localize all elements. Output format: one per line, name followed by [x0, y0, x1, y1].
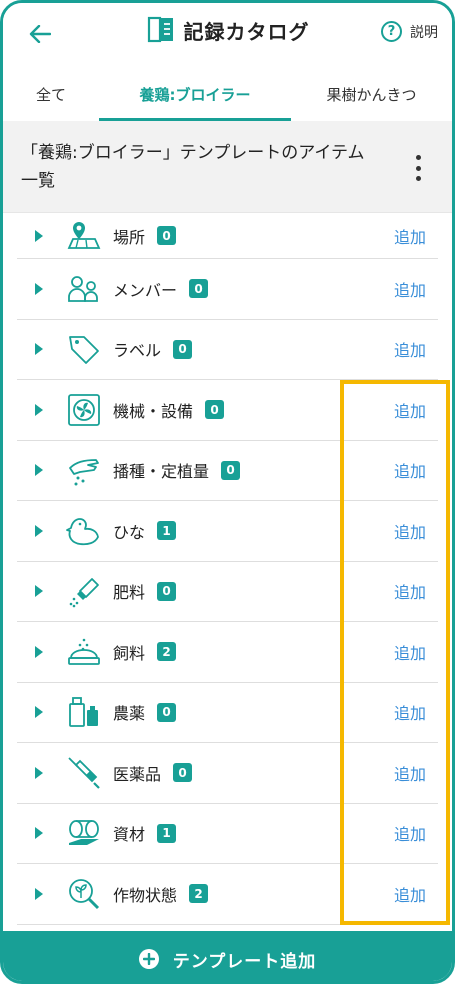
category-tabs: 全て 養鶏:ブロイラー 果樹かんきつ	[3, 67, 452, 121]
list-item[interactable]: 飼料 2 追加	[17, 622, 438, 683]
count-badge: 1	[157, 521, 177, 541]
count-badge: 2	[157, 642, 177, 662]
item-label: 飼料	[113, 643, 146, 663]
expand-caret-icon[interactable]	[35, 645, 43, 658]
count-badge: 1	[157, 823, 177, 843]
tab-citrus[interactable]: 果樹かんきつ	[291, 67, 452, 121]
count-badge: 0	[221, 460, 241, 480]
tab-all[interactable]: 全て	[3, 67, 99, 121]
item-label: 播種・定植量	[113, 462, 210, 482]
item-label: 作物状態	[113, 885, 178, 905]
expand-caret-icon[interactable]	[35, 343, 43, 356]
fertilizer-icon	[65, 572, 103, 610]
expand-caret-icon[interactable]	[35, 524, 43, 537]
section-title: 「養鶏:ブロイラー」テンプレートのアイテム一覧	[21, 143, 365, 191]
chick-icon	[65, 512, 103, 550]
list-item[interactable]: メンバー 0 追加	[17, 259, 438, 320]
expand-caret-icon[interactable]	[35, 585, 43, 598]
count-badge: 0	[189, 279, 209, 299]
count-badge: 2	[189, 884, 209, 904]
list-item[interactable]: 作物状態 2 追加	[17, 864, 438, 925]
list-item[interactable]: 肥料 0 追加	[17, 562, 438, 622]
seeding-hand-icon	[65, 451, 103, 489]
item-label: メンバー	[113, 280, 178, 300]
expand-caret-icon[interactable]	[35, 464, 43, 477]
add-template-label: テンプレート追加	[172, 951, 317, 972]
add-template-button[interactable]: テンプレート追加	[3, 931, 452, 981]
item-label: 医薬品	[113, 764, 162, 784]
item-label: 場所	[113, 227, 146, 247]
expand-caret-icon[interactable]	[35, 766, 43, 779]
feed-bowl-icon	[65, 633, 103, 671]
list-item[interactable]: 場所 0 追加	[17, 213, 438, 259]
section-header: 「養鶏:ブロイラー」テンプレートのアイテム一覧	[3, 121, 452, 213]
list-item[interactable]: 機械・設備 0 追加	[17, 380, 438, 441]
list-item[interactable]: ひな 1 追加	[17, 501, 438, 562]
location-map-icon	[65, 217, 103, 255]
item-label: ひな	[113, 522, 146, 542]
more-menu-icon[interactable]	[414, 155, 422, 181]
count-badge: 0	[157, 226, 177, 245]
plus-circle-icon	[138, 949, 159, 969]
tab-broiler[interactable]: 養鶏:ブロイラー	[99, 67, 291, 121]
catalog-book-icon	[147, 16, 173, 43]
add-button[interactable]: 追加	[394, 458, 426, 482]
list-item[interactable]: 播種・定植量 0 追加	[17, 441, 438, 501]
expand-caret-icon[interactable]	[35, 282, 43, 295]
item-list: 場所 0 追加 メンバー 0 追加 ラベル 0 追加 機械・設備 0 追加 播種…	[3, 213, 452, 925]
add-button[interactable]: 追加	[394, 224, 426, 248]
add-button[interactable]: 追加	[394, 761, 426, 785]
add-button[interactable]: 追加	[394, 882, 426, 906]
fan-machine-icon	[65, 391, 103, 429]
expand-caret-icon[interactable]	[35, 229, 43, 242]
add-button[interactable]: 追加	[394, 700, 426, 724]
syringe-icon	[65, 754, 103, 792]
count-badge: 0	[173, 763, 193, 783]
item-label: 機械・設備	[113, 401, 194, 421]
add-button[interactable]: 追加	[394, 640, 426, 664]
members-icon	[65, 270, 103, 308]
add-button[interactable]: 追加	[394, 579, 426, 603]
item-label: 資材	[113, 825, 146, 845]
item-label: 肥料	[113, 583, 146, 603]
count-badge: 0	[205, 400, 225, 420]
page-title: 記録カタログ	[183, 19, 310, 44]
magnifier-plant-icon	[65, 875, 103, 913]
app-header: 記録カタログ ? 説明	[3, 3, 452, 67]
pesticide-bottles-icon	[65, 693, 103, 731]
list-item[interactable]: 医薬品 0 追加	[17, 743, 438, 804]
count-badge: 0	[157, 581, 177, 601]
expand-caret-icon[interactable]	[35, 403, 43, 416]
add-button[interactable]: 追加	[394, 277, 426, 301]
expand-caret-icon[interactable]	[35, 887, 43, 900]
list-item[interactable]: 資材 1 追加	[17, 804, 438, 864]
count-badge: 0	[157, 702, 177, 722]
item-label: ラベル	[113, 341, 162, 361]
help-button[interactable]: ? 説明	[381, 21, 438, 42]
count-badge: 0	[173, 339, 193, 359]
item-label: 農薬	[113, 704, 146, 724]
tag-icon	[65, 330, 103, 368]
list-item[interactable]: ラベル 0 追加	[17, 320, 438, 380]
list-item[interactable]: 農薬 0 追加	[17, 683, 438, 743]
materials-icon	[65, 814, 103, 852]
expand-caret-icon[interactable]	[35, 827, 43, 840]
expand-caret-icon[interactable]	[35, 706, 43, 719]
add-button[interactable]: 追加	[394, 821, 426, 845]
help-label: 説明	[410, 24, 438, 41]
add-button[interactable]: 追加	[394, 398, 426, 422]
add-button[interactable]: 追加	[394, 519, 426, 543]
add-button[interactable]: 追加	[394, 337, 426, 361]
question-circle-icon: ?	[381, 21, 402, 42]
app-frame: 記録カタログ ? 説明 全て 養鶏:ブロイラー 果樹かんきつ 「養鶏:ブロイラー…	[0, 0, 455, 984]
